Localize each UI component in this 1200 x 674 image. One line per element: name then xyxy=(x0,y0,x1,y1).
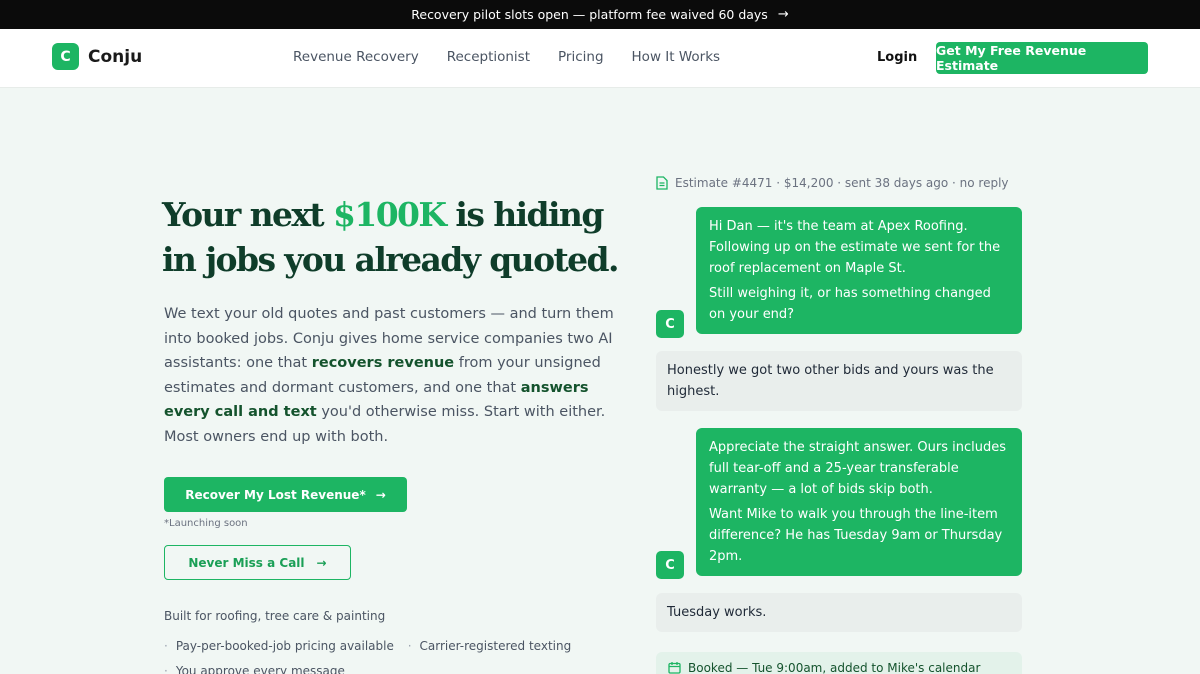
nav-link-how-it-works[interactable]: How It Works xyxy=(632,49,721,65)
main-nav: C Conju Revenue Recovery Receptionist Pr… xyxy=(0,29,1200,88)
document-icon xyxy=(656,176,668,190)
bullet-item: · Carrier-registered texting xyxy=(408,634,572,659)
nav-link-revenue-recovery[interactable]: Revenue Recovery xyxy=(293,49,419,65)
message-text: Hi Dan — it's the team at Apex Roofing. … xyxy=(709,219,1001,276)
message-text: Want Mike to walk you through the line-i… xyxy=(709,507,1003,564)
free-estimate-button[interactable]: Get My Free Revenue Estimate xyxy=(936,42,1148,74)
recover-revenue-label: Recover My Lost Revenue* xyxy=(185,487,366,502)
feature-bullets: · Pay-per-booked-job pricing available · C… xyxy=(164,634,604,674)
hero-title-accent: $100K xyxy=(332,195,447,234)
booked-text: Booked — Tue 9:00am, added to Mike's cal… xyxy=(688,661,981,674)
outbound-message-2: Appreciate the straight answer. Ours inc… xyxy=(696,428,1022,576)
outbound-message-1: Hi Dan — it's the team at Apex Roofing. … xyxy=(696,207,1022,334)
announcement-bar[interactable]: Recovery pilot slots open — platform fee… xyxy=(0,0,1200,29)
logo-mark: C xyxy=(52,43,79,70)
nav-links: Revenue Recovery Receptionist Pricing Ho… xyxy=(293,49,720,65)
bullet-item: · You approve every message xyxy=(164,659,345,674)
estimate-text: Estimate #4471 · $14,200 · sent 38 days … xyxy=(675,176,1009,190)
login-link[interactable]: Login xyxy=(877,50,917,65)
arrow-right-icon: → xyxy=(375,487,386,502)
hero-description: We text your old quotes and past custome… xyxy=(164,302,614,450)
bullet-dot: · xyxy=(407,639,412,653)
recover-revenue-button[interactable]: Recover My Lost Revenue* → xyxy=(164,477,407,512)
arrow-right-icon: → xyxy=(316,555,327,570)
arrow-right-icon: → xyxy=(777,7,789,22)
message-text: Still weighing it, or has something chan… xyxy=(709,286,991,322)
customer-reply-2: Tuesday works. xyxy=(656,593,1022,632)
message-text: Appreciate the straight answer. Ours inc… xyxy=(709,440,1007,497)
estimate-info: Estimate #4471 · $14,200 · sent 38 days … xyxy=(656,176,1009,190)
nav-link-receptionist[interactable]: Receptionist xyxy=(447,49,530,65)
bullet-dot: · xyxy=(164,664,168,674)
announcement-text: Recovery pilot slots open — platform fee… xyxy=(411,7,768,22)
bullet-item: · Pay-per-booked-job pricing available xyxy=(164,634,394,659)
never-miss-call-button[interactable]: Never Miss a Call → xyxy=(164,545,351,580)
bullet-dot: · xyxy=(164,639,168,653)
hero-title-pre: Your next xyxy=(162,195,333,234)
never-miss-call-label: Never Miss a Call xyxy=(188,555,305,570)
nav-link-pricing[interactable]: Pricing xyxy=(558,49,604,65)
built-for-text: Built for roofing, tree care & painting xyxy=(164,609,386,623)
bullet-carrier-texting: Carrier-registered texting xyxy=(419,639,572,653)
assistant-avatar: C xyxy=(656,551,684,579)
hero-body-highlight-1: recovers revenue xyxy=(311,355,455,372)
logo-text: Conju xyxy=(88,46,143,67)
bullet-pay-per-job: Pay-per-booked-job pricing available xyxy=(175,639,394,653)
hero-title: Your next $100K is hiding in jobs you al… xyxy=(162,192,632,282)
booked-confirmation: Booked — Tue 9:00am, added to Mike's cal… xyxy=(656,652,1022,674)
bullet-approve-messages: You approve every message xyxy=(175,664,345,674)
calendar-icon xyxy=(668,662,681,674)
launch-note: *Launching soon xyxy=(164,518,248,529)
customer-reply-1: Honestly we got two other bids and yours… xyxy=(656,351,1022,411)
assistant-avatar: C xyxy=(656,310,684,338)
logo[interactable]: C Conju xyxy=(52,43,142,70)
